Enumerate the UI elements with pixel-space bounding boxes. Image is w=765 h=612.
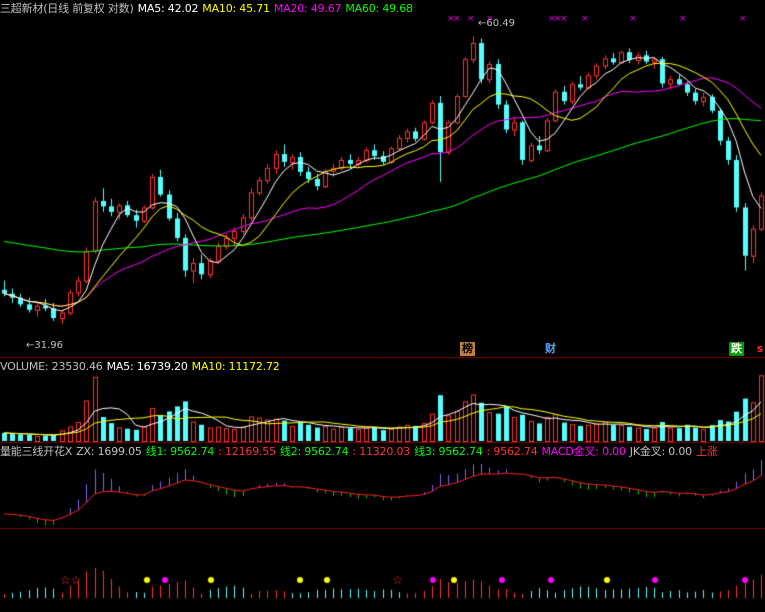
- volume-panel-header: VOLUME: 23530.46 MA5: 16739.20 MA10: 11172…: [0, 359, 284, 374]
- ma10-value: MA10: 45.71: [202, 2, 270, 15]
- indicator-name: 量能三线开花X: [0, 445, 73, 458]
- volume-value: VOLUME: 23530.46: [0, 360, 103, 373]
- line3-value: : 9562.74: [486, 445, 538, 458]
- drop-badge[interactable]: 跌: [729, 342, 744, 356]
- s-badge[interactable]: s: [755, 342, 765, 356]
- ranking-badge[interactable]: 榜: [460, 342, 475, 356]
- low-price-label: ←31.96: [26, 340, 64, 351]
- ma5-value: MA5: 42.02: [137, 2, 199, 15]
- high-price-value: 60.49: [486, 18, 516, 29]
- vol-ma5-value: MA5: 16739.20: [106, 360, 188, 373]
- stock-title: 三超新材(日线 前复权 对数): [0, 2, 134, 15]
- stock-chart-canvas[interactable]: [0, 0, 765, 612]
- zx-value: ZX: 1699.05: [76, 445, 142, 458]
- vol-ma10-value: MA10: 11172.72: [191, 360, 280, 373]
- low-price-value: 31.96: [34, 340, 64, 351]
- macd-cross-value: MACD金叉: 0.00: [541, 445, 626, 458]
- price-panel-header: 三超新材(日线 前复权 对数) MA5: 42.02 MA10: 45.71 MA20…: [0, 1, 417, 16]
- line2-value: : 11320.03: [352, 445, 411, 458]
- finance-badge[interactable]: 财: [543, 342, 558, 356]
- line3-label: 线3: 9562.74: [414, 445, 483, 458]
- jk-cross-value: JK金叉: 0.00: [629, 445, 692, 458]
- ma60-value: MA60: 49.68: [345, 2, 413, 15]
- line2-label: 线2: 9562.74: [279, 445, 349, 458]
- rising-label: 上涨: [695, 445, 718, 458]
- line1-label: 线1: 9562.74: [145, 445, 215, 458]
- high-price-label: ←60.49: [478, 18, 516, 29]
- line1-value: : 12169.55: [218, 445, 276, 458]
- ma20-value: MA20: 49.67: [273, 2, 342, 15]
- indicator-panel-header: 量能三线开花X ZX: 1699.05 线1: 9562.74: 12169.55 线…: [0, 444, 722, 459]
